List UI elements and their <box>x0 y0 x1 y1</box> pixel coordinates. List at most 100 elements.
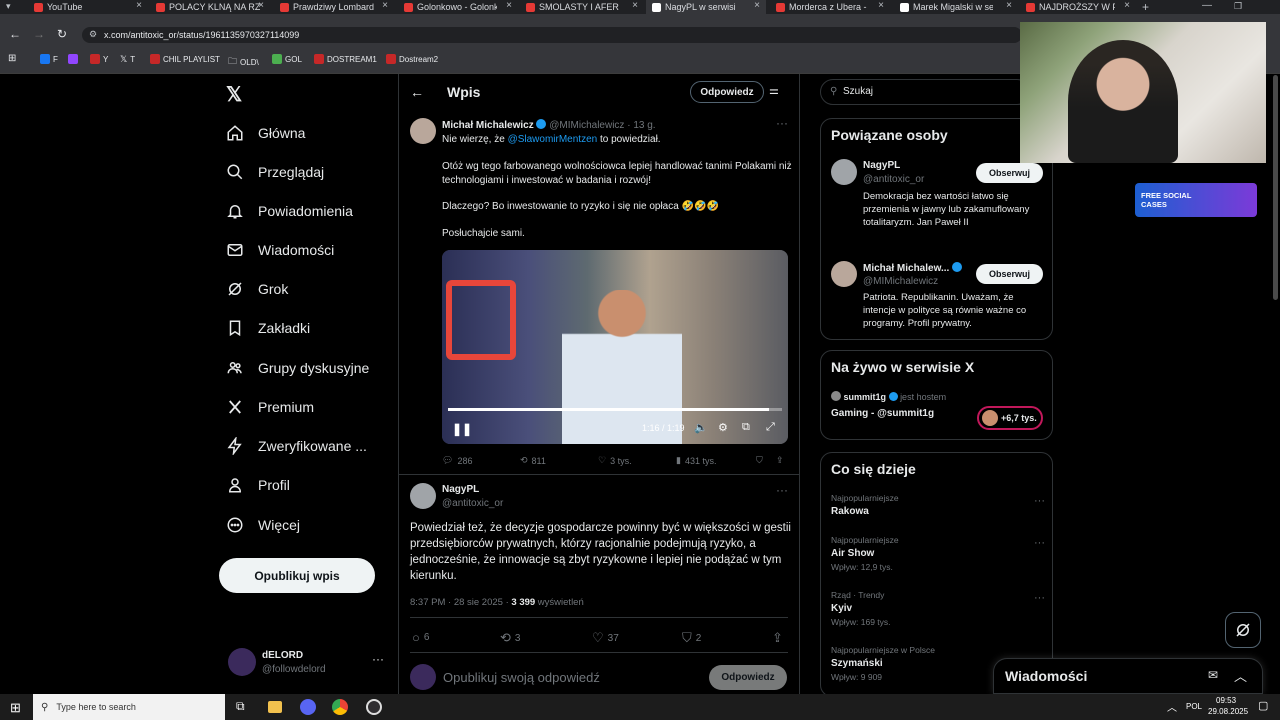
trend-item[interactable]: Najpopularniejsze Rakowa ··· <box>831 493 1045 533</box>
reply-action[interactable]: 💬︎ 286 <box>442 455 472 466</box>
notification-icon[interactable]: ▢ <box>1258 699 1268 712</box>
search-input[interactable]: ⚲ Szukaj <box>820 79 1030 105</box>
language-indicator[interactable]: POL <box>1186 702 1202 711</box>
browser-tab[interactable]: Golonkowo - Golonk × <box>398 0 518 14</box>
nav-messages[interactable]: Wiadomości <box>226 236 334 264</box>
follow-button[interactable]: Obserwuj <box>976 163 1043 183</box>
task-view-icon[interactable]: ⧉ <box>236 699 245 714</box>
browser-tab[interactable]: POLACY KLNĄ NA RZ × <box>150 0 270 14</box>
nav-verified-orgs[interactable]: Zweryfikowane ... <box>226 432 367 460</box>
taskbar-search[interactable]: ⚲ Type here to search <box>33 694 225 720</box>
avatar[interactable] <box>831 159 857 185</box>
nav-profile[interactable]: Profil <box>226 471 290 499</box>
account-switcher[interactable]: dELORD @followdelord ··· <box>226 646 386 680</box>
bookmark-item[interactable]: GOL <box>272 54 302 64</box>
post-button[interactable]: Opublikuj wpis <box>219 558 375 593</box>
browser-tab[interactable]: YouTube × <box>28 0 148 14</box>
bookmark-action[interactable]: ⛉ 2 <box>682 630 701 646</box>
bookmark-item[interactable]: Y <box>90 54 108 64</box>
settings-gear-icon[interactable]: ⚙ <box>718 421 728 434</box>
tab-list-button[interactable]: ▾ <box>6 1 20 13</box>
restore-window-button[interactable]: ❐ <box>1234 1 1242 12</box>
site-info-icon[interactable]: ⚙ <box>89 29 97 40</box>
chrome-icon[interactable] <box>332 699 348 715</box>
video-player[interactable]: ❚❚ 1:16 / 1:19 🔈 ⚙ ⧉ ⤢ <box>442 250 788 444</box>
obs-icon[interactable] <box>366 699 382 715</box>
share-action[interactable]: ⇪ <box>772 630 783 646</box>
tweet-author-name[interactable]: NagyPL <box>442 484 479 495</box>
bookmark-folder[interactable]: 🗀 OLD\ <box>228 54 259 70</box>
reply-action[interactable]: ○ 6 <box>412 630 429 645</box>
live-host[interactable]: summit1g jest hostem <box>831 391 946 402</box>
repost-action[interactable]: ⟲ 811 <box>520 455 546 466</box>
like-action[interactable]: ♡ 3 tys. <box>598 455 632 466</box>
browser-tab[interactable]: Morderca z Ubera - Y × <box>770 0 890 14</box>
person-name[interactable]: Michał Michalew... <box>863 262 963 274</box>
nav-premium[interactable]: Premium <box>226 393 314 421</box>
browser-tab-active[interactable]: NagyPL w serwisi × <box>646 0 766 14</box>
repost-action[interactable]: ⟲ 3 <box>500 630 520 646</box>
browser-tab[interactable]: Prawdziwy Lombard × <box>274 0 394 14</box>
grok-floating-button[interactable] <box>1225 612 1261 648</box>
browser-tab[interactable]: SMOLASTY I AFERA L× <box>520 0 644 14</box>
bookmark-item[interactable]: 𝕏T <box>120 54 135 65</box>
live-stream-title[interactable]: Gaming - @summit1g <box>831 408 934 419</box>
bookmark-item[interactable] <box>68 54 78 64</box>
trend-item[interactable]: Rząd · Trendy Kyiv Wpływ: 169 tys. ··· <box>831 590 1045 634</box>
browser-tab[interactable]: Marek Migalski w ser × <box>894 0 1018 14</box>
tray-chevron-icon[interactable]: ︿ <box>1167 699 1177 714</box>
reload-icon[interactable]: ↻ <box>57 27 67 41</box>
nav-communities[interactable]: Grupy dyskusyjne <box>226 354 369 382</box>
bookmark-action[interactable]: ⛉ <box>756 455 763 466</box>
tweet-author-name[interactable]: Michał Michalewicz <box>442 120 534 131</box>
person-handle[interactable]: @MIMichalewicz <box>863 276 938 287</box>
close-tab-icon[interactable]: × <box>258 0 264 11</box>
tweet-time[interactable]: · 13 g. <box>627 120 655 131</box>
reply-submit-button[interactable]: Odpowiedz <box>709 665 787 690</box>
fullscreen-icon[interactable]: ⤢ <box>766 421 775 434</box>
x-logo-icon[interactable]: 𝕏 <box>226 82 242 107</box>
forward-icon[interactable]: → <box>33 27 45 41</box>
close-tab-icon[interactable]: × <box>1006 0 1012 11</box>
nav-explore[interactable]: Przeglądaj <box>226 158 324 186</box>
close-tab-icon[interactable]: × <box>506 0 512 11</box>
chevron-up-icon[interactable]: ︿ <box>1234 666 1247 685</box>
discord-icon[interactable] <box>300 699 316 715</box>
mention-link[interactable]: @SlawomirMentzen <box>508 134 598 145</box>
person-name[interactable]: NagyPL <box>863 160 900 171</box>
close-tab-icon[interactable]: × <box>1124 0 1130 11</box>
nav-more[interactable]: Więcej <box>226 511 300 539</box>
nav-home[interactable]: Główna <box>226 119 305 147</box>
reply-input[interactable]: Opublikuj swoją odpowiedź <box>443 670 600 685</box>
pip-icon[interactable]: ⧉ <box>742 421 750 434</box>
minimize-window-button[interactable]: — <box>1202 0 1212 11</box>
bookmark-item[interactable]: DOSTREAM1 <box>314 54 377 64</box>
new-tab-button[interactable]: + <box>1142 0 1149 14</box>
trend-item[interactable]: Najpopularniejsze Air Show Wpływ: 12,9 t… <box>831 535 1045 579</box>
tweet-author-handle[interactable]: @MIMichalewicz <box>549 120 624 131</box>
bookmark-item[interactable]: Dostream2 <box>386 54 438 64</box>
nav-grok[interactable]: Grok <box>226 275 288 303</box>
more-dots-icon[interactable]: ··· <box>776 116 788 130</box>
avatar[interactable] <box>831 261 857 287</box>
share-action[interactable]: ⇪ <box>776 455 784 466</box>
follow-button[interactable]: Obserwuj <box>976 264 1043 284</box>
close-tab-icon[interactable]: × <box>632 0 638 11</box>
person-handle[interactable]: @antitoxic_or <box>863 174 924 185</box>
bookmark-item[interactable]: CHIL PLAYLIST <box>150 54 220 64</box>
more-dots-icon[interactable]: ··· <box>372 652 384 666</box>
more-dots-icon[interactable]: ··· <box>776 483 788 497</box>
like-action[interactable]: ♡ 37 <box>592 630 619 646</box>
close-tab-icon[interactable]: × <box>878 0 884 11</box>
nav-bookmarks[interactable]: Zakładki <box>226 314 310 342</box>
sliders-icon[interactable]: ⚌ <box>769 84 779 97</box>
browser-tab[interactable]: NAJDROŻSZY W POL× <box>1020 0 1136 14</box>
more-dots-icon[interactable]: ··· <box>1034 537 1045 549</box>
clock-date[interactable]: 29.08.2025 <box>1208 707 1248 716</box>
close-tab-icon[interactable]: × <box>754 0 760 11</box>
messages-drawer[interactable]: Wiadomości ✉ ︿ <box>993 658 1263 694</box>
new-message-icon[interactable]: ✉ <box>1208 668 1218 682</box>
apps-grid-icon[interactable]: ⊞ <box>8 53 16 64</box>
reply-header-button[interactable]: Odpowiedz <box>690 81 764 103</box>
video-progress-track[interactable] <box>448 408 782 411</box>
